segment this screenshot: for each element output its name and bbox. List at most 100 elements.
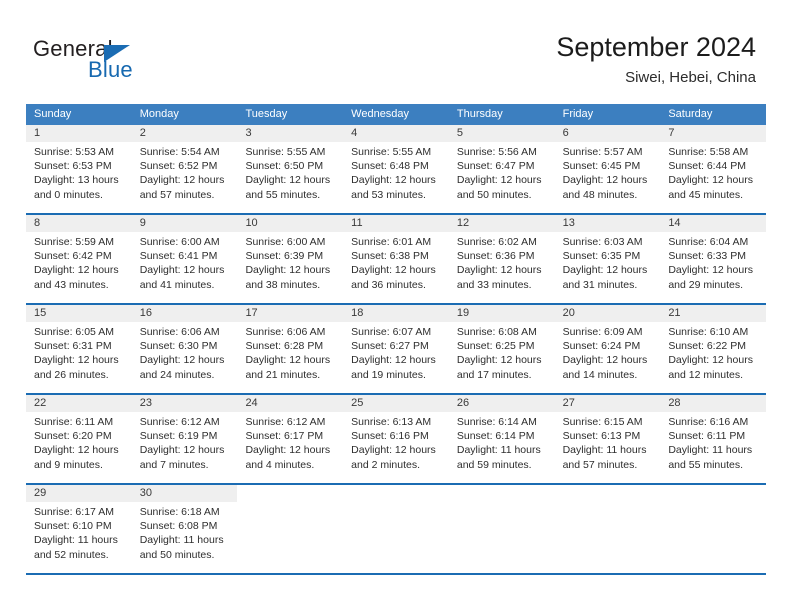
daylight-text-line1: Daylight: 12 hours [245,264,331,277]
calendar-day-cell[interactable]: 6 Sunrise: 5:57 AM Sunset: 6:45 PM Daylight… [554,125,661,213]
daylight-text-line1: Daylight: 12 hours [351,444,436,457]
calendar-day-cell[interactable]: 11 Sunrise: 6:01 AM Sunset: 6:38 PM Dayligh… [343,215,449,303]
calendar-day-cell[interactable]: 28 Sunrise: 6:16 AM Sunset: 6:11 PM Dayligh… [660,395,767,483]
calendar-day-cell[interactable]: 15 Sunrise: 6:05 AM Sunset: 6:31 PM Dayligh… [26,305,132,393]
day-number: 8 [26,215,132,232]
calendar-day-cell[interactable]: 14 Sunrise: 6:04 AM Sunset: 6:33 PM Dayligh… [660,215,767,303]
daylight-text-line2: and 45 minutes. [668,188,744,201]
sunset-text: Sunset: 6:44 PM [668,160,746,173]
calendar-day-cell[interactable]: 17 Sunrise: 6:06 AM Sunset: 6:28 PM Dayligh… [237,305,344,393]
calendar-day-cell[interactable]: 2 Sunrise: 5:54 AM Sunset: 6:52 PM Daylight… [131,125,238,213]
calendar-day-cell-empty [448,485,555,573]
day-number: 27 [554,395,661,412]
sunrise-text: Sunrise: 6:03 AM [562,236,643,248]
calendar-day-cell[interactable]: 27 Sunrise: 6:15 AM Sunset: 6:13 PM Dayligh… [554,395,661,483]
day-details: Sunrise: 6:06 AM Sunset: 6:28 PM Daylight:… [237,322,343,382]
calendar-day-cell[interactable]: 19 Sunrise: 6:08 AM Sunset: 6:25 PM Dayligh… [448,305,555,393]
sunrise-text: Sunrise: 6:02 AM [456,236,537,248]
calendar-day-cell[interactable]: 13 Sunrise: 6:03 AM Sunset: 6:35 PM Dayligh… [554,215,661,303]
daylight-text-line2: and 50 minutes. [139,548,215,561]
sunset-text: Sunset: 6:42 PM [34,250,112,263]
day-details: Sunrise: 6:00 AM Sunset: 6:39 PM Daylight:… [237,232,343,292]
calendar-day-cell[interactable]: 25 Sunrise: 6:13 AM Sunset: 6:16 PM Dayligh… [343,395,449,483]
calendar-day-cell[interactable]: 7 Sunrise: 5:58 AM Sunset: 6:44 PM Daylight… [660,125,767,213]
calendar-day-cell[interactable]: 3 Sunrise: 5:55 AM Sunset: 6:50 PM Daylight… [237,125,344,213]
weekday-header-thursday: Thursday [456,108,503,120]
day-details: Sunrise: 6:09 AM Sunset: 6:24 PM Daylight:… [555,322,661,382]
daylight-text-line2: and 12 minutes. [668,368,744,381]
calendar-day-cell[interactable]: 10 Sunrise: 6:00 AM Sunset: 6:39 PM Dayligh… [237,215,344,303]
day-details: Sunrise: 6:17 AM Sunset: 6:10 PM Daylight:… [26,502,132,562]
calendar-day-cell[interactable]: 26 Sunrise: 6:14 AM Sunset: 6:14 PM Dayligh… [448,395,555,483]
day-details: Sunrise: 5:58 AM Sunset: 6:44 PM Daylight:… [660,142,766,202]
daylight-text-line2: and 48 minutes. [562,188,638,201]
daylight-text-line2: and 43 minutes. [34,278,109,291]
day-details: Sunrise: 6:13 AM Sunset: 6:16 PM Daylight:… [343,412,449,472]
weekday-header-sunday: Sunday [34,108,72,120]
calendar-day-cell[interactable]: 1 Sunrise: 5:53 AM Sunset: 6:53 PM Daylight… [26,125,132,213]
daylight-text-line2: and 7 minutes. [139,458,209,471]
sunset-text: Sunset: 6:13 PM [562,430,641,443]
weekday-header-monday: Monday [139,108,179,120]
sunrise-text: Sunrise: 6:13 AM [351,416,432,428]
calendar-day-cell[interactable]: 21 Sunrise: 6:10 AM Sunset: 6:22 PM Dayligh… [660,305,767,393]
calendar-day-cell[interactable]: 22 Sunrise: 6:11 AM Sunset: 6:20 PM Dayligh… [26,395,132,483]
sunset-text: Sunset: 6:20 PM [34,430,112,443]
daylight-text-line2: and 19 minutes. [351,368,426,381]
daylight-text-line2: and 21 minutes. [245,368,321,381]
calendar-day-cell[interactable]: 16 Sunrise: 6:06 AM Sunset: 6:30 PM Dayligh… [131,305,238,393]
day-details: Sunrise: 5:59 AM Sunset: 6:42 PM Daylight:… [26,232,132,292]
calendar-day-cell[interactable]: 18 Sunrise: 6:07 AM Sunset: 6:27 PM Dayligh… [343,305,449,393]
sunrise-text: Sunrise: 6:00 AM [139,236,220,248]
sunset-text: Sunset: 6:53 PM [34,160,112,173]
daylight-text-line1: Daylight: 12 hours [456,354,542,367]
calendar-day-cell[interactable]: 24 Sunrise: 6:12 AM Sunset: 6:17 PM Dayligh… [237,395,344,483]
brand-logo[interactable]: General Blue [33,36,213,86]
daylight-text-line1: Daylight: 12 hours [34,444,119,457]
daylight-text-line2: and 0 minutes. [34,188,103,201]
sunrise-text: Sunrise: 5:57 AM [562,146,643,158]
day-details: Sunrise: 5:55 AM Sunset: 6:50 PM Daylight:… [237,142,343,202]
sunrise-text: Sunrise: 6:06 AM [245,326,326,338]
daylight-text-line1: Daylight: 12 hours [34,354,119,367]
daylight-text-line1: Daylight: 11 hours [456,444,541,457]
calendar-day-cell[interactable]: 12 Sunrise: 6:02 AM Sunset: 6:36 PM Dayligh… [448,215,555,303]
sunset-text: Sunset: 6:19 PM [139,430,218,443]
calendar-day-cell[interactable]: 8 Sunrise: 5:59 AM Sunset: 6:42 PM Daylight… [26,215,132,303]
daylight-text-line2: and 55 minutes. [245,188,321,201]
daylight-text-line1: Daylight: 12 hours [456,174,542,187]
sunset-text: Sunset: 6:27 PM [351,340,429,353]
day-number: 22 [26,395,132,412]
sunrise-text: Sunrise: 6:10 AM [668,326,749,338]
day-number: 24 [237,395,344,412]
daylight-text-line2: and 59 minutes. [456,458,532,471]
daylight-text-line1: Daylight: 12 hours [562,354,648,367]
day-details: Sunrise: 5:53 AM Sunset: 6:53 PM Daylight:… [26,142,132,202]
daylight-text-line2: and 52 minutes. [34,548,109,561]
calendar-day-cell[interactable]: 29 Sunrise: 6:17 AM Sunset: 6:10 PM Dayligh… [26,485,132,573]
calendar-day-cell[interactable]: 23 Sunrise: 6:12 AM Sunset: 6:19 PM Dayligh… [131,395,238,483]
calendar-day-cell[interactable]: 4 Sunrise: 5:55 AM Sunset: 6:48 PM Daylight… [343,125,449,213]
sunset-text: Sunset: 6:17 PM [245,430,324,443]
sunset-text: Sunset: 6:33 PM [668,250,746,263]
daylight-text-line1: Daylight: 12 hours [351,264,436,277]
calendar-day-cell[interactable]: 9 Sunrise: 6:00 AM Sunset: 6:41 PM Daylight… [131,215,238,303]
day-number: 9 [131,215,238,232]
sunset-text: Sunset: 6:28 PM [245,340,324,353]
daylight-text-line1: Daylight: 12 hours [668,354,753,367]
day-details: Sunrise: 6:06 AM Sunset: 6:30 PM Daylight:… [132,322,238,382]
calendar-day-cell-empty [237,485,344,573]
daylight-text-line2: and 31 minutes. [562,278,638,291]
calendar-day-cell[interactable]: 20 Sunrise: 6:09 AM Sunset: 6:24 PM Dayligh… [554,305,661,393]
daylight-text-line2: and 33 minutes. [456,278,532,291]
day-number: 5 [448,125,555,142]
calendar-day-cell[interactable]: 5 Sunrise: 5:56 AM Sunset: 6:47 PM Daylight… [448,125,555,213]
day-number: 29 [26,485,132,502]
calendar-weeks: 1 Sunrise: 5:53 AM Sunset: 6:53 PM Daylight… [26,125,767,575]
sunrise-text: Sunrise: 6:12 AM [245,416,326,428]
sunrise-text: Sunrise: 6:15 AM [562,416,643,428]
day-details: Sunrise: 6:02 AM Sunset: 6:36 PM Daylight:… [449,232,555,292]
calendar-day-cell[interactable]: 30 Sunrise: 6:18 AM Sunset: 6:08 PM Dayligh… [131,485,238,573]
day-details: Sunrise: 6:08 AM Sunset: 6:25 PM Daylight:… [449,322,555,382]
sunset-text: Sunset: 6:10 PM [34,520,112,533]
